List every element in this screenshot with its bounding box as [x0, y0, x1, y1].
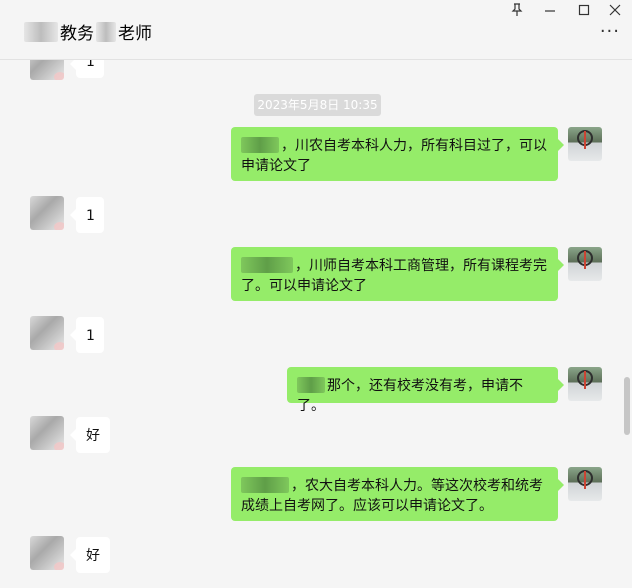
user-avatar[interactable]: [568, 247, 602, 281]
chat-title: 教务 老师: [24, 19, 152, 44]
blurred-name: [241, 477, 289, 493]
more-icon[interactable]: ···: [600, 23, 620, 41]
message-bubble-left[interactable]: 1: [70, 317, 104, 353]
chat-title-part2: 老师: [118, 24, 152, 44]
pin-icon[interactable]: [508, 3, 526, 21]
message-bubble-left[interactable]: 好: [70, 537, 110, 573]
close-icon[interactable]: [606, 3, 624, 21]
user-avatar[interactable]: [568, 367, 602, 401]
message-bubble-right[interactable]: ，农大自考本科人力。等这次校考和统考成绩上自考网了。应该可以申请论文了。: [231, 467, 564, 521]
message-bubble-left[interactable]: 1: [70, 60, 104, 78]
message-bubble-right[interactable]: 那个，还有校考没有考，申请不了。: [287, 367, 564, 414]
blurred-name: [297, 377, 325, 393]
chat-title-part1: 教务: [60, 24, 94, 44]
user-avatar[interactable]: [568, 127, 602, 161]
contact-avatar[interactable]: [30, 60, 64, 80]
chat-header: 教务 老师 ···: [0, 0, 632, 60]
user-avatar[interactable]: [568, 467, 602, 501]
blurred-name: [241, 137, 279, 153]
contact-avatar[interactable]: [30, 196, 64, 230]
minimize-icon[interactable]: [541, 3, 559, 21]
message-timestamp: 2023年5月8日 10:35: [254, 94, 381, 116]
blurred-name-segment: [96, 21, 116, 42]
chat-scrollbar[interactable]: [624, 377, 630, 435]
blurred-name-segment: [24, 21, 58, 42]
message-bubble-right[interactable]: ，川农自考本科人力，所有科目过了，可以申请论文了: [231, 127, 564, 181]
message-text: ，川农自考本科人力，所有科目过了，可以申请论文了: [241, 138, 547, 174]
contact-avatar[interactable]: [30, 416, 64, 450]
blurred-name: [241, 257, 293, 273]
contact-avatar[interactable]: [30, 536, 64, 570]
message-bubble-right[interactable]: ，川师自考本科工商管理，所有课程考完了。可以申请论文了: [231, 247, 564, 301]
message-text: 那个，还有校考没有考，申请不了。: [297, 378, 523, 414]
maximize-icon[interactable]: [575, 3, 593, 21]
chat-area[interactable]: 1 2023年5月8日 10:35 ，川农自考本科人力，所有科目过了，可以申请论…: [0, 60, 632, 588]
contact-avatar[interactable]: [30, 316, 64, 350]
message-bubble-left[interactable]: 1: [70, 197, 104, 233]
message-bubble-left[interactable]: 好: [70, 417, 110, 453]
